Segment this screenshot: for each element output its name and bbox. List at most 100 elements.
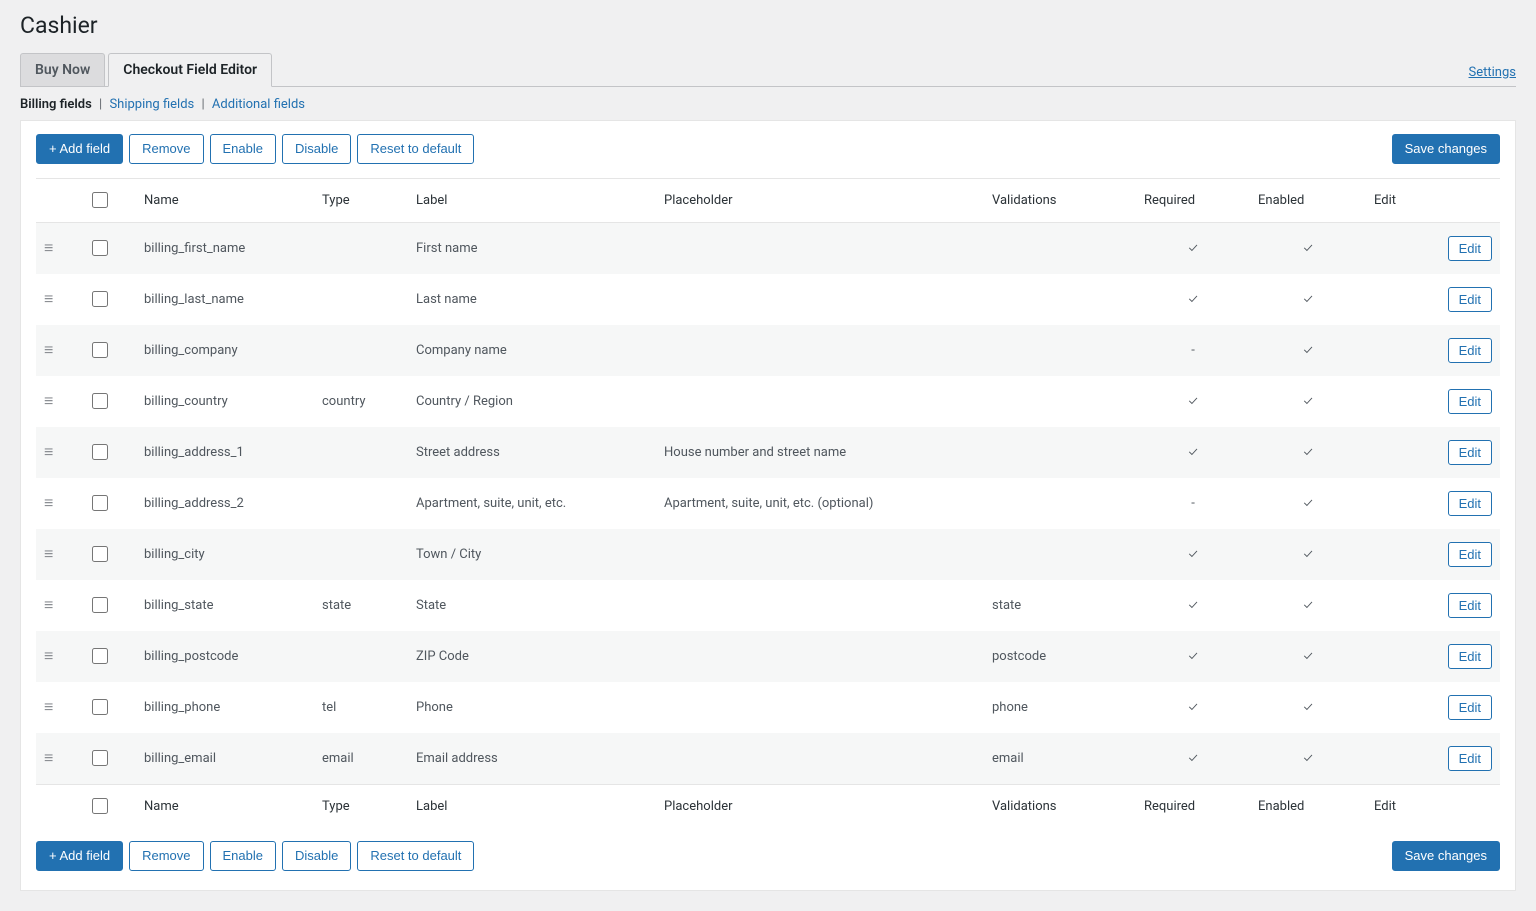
field-label: Apartment, suite, unit, etc. xyxy=(408,478,656,529)
reset-to-default-button-bottom[interactable]: Reset to default xyxy=(357,841,474,871)
disable-button-bottom[interactable]: Disable xyxy=(282,841,351,871)
tab-checkout-field-editor[interactable]: Checkout Field Editor xyxy=(108,53,272,87)
drag-handle-icon[interactable]: ≡ xyxy=(44,495,53,511)
field-type: tel xyxy=(314,682,408,733)
field-required: ✓ xyxy=(1136,733,1250,785)
edit-button[interactable]: Edit xyxy=(1448,236,1492,261)
field-name: billing_first_name xyxy=(136,223,314,275)
column-placeholder-footer: Placeholder xyxy=(656,785,984,829)
field-name: billing_country xyxy=(136,376,314,427)
field-validations xyxy=(984,376,1136,427)
column-validations-footer: Validations xyxy=(984,785,1136,829)
field-required: - xyxy=(1136,325,1250,376)
subtab-shipping-fields[interactable]: Shipping fields xyxy=(109,97,194,112)
edit-button[interactable]: Edit xyxy=(1448,287,1492,312)
field-enabled: ✓ xyxy=(1250,682,1366,733)
drag-handle-icon[interactable]: ≡ xyxy=(44,240,53,256)
row-checkbox[interactable] xyxy=(92,495,108,511)
row-checkbox[interactable] xyxy=(92,291,108,307)
row-checkbox[interactable] xyxy=(92,393,108,409)
edit-button[interactable]: Edit xyxy=(1448,491,1492,516)
drag-handle-icon[interactable]: ≡ xyxy=(44,342,53,358)
field-required: ✓ xyxy=(1136,529,1250,580)
edit-button[interactable]: Edit xyxy=(1448,695,1492,720)
row-checkbox[interactable] xyxy=(92,444,108,460)
field-name: billing_city xyxy=(136,529,314,580)
toolbar-bottom: + Add field Remove Enable Disable Reset … xyxy=(36,828,1500,875)
row-checkbox[interactable] xyxy=(92,648,108,664)
row-checkbox[interactable] xyxy=(92,342,108,358)
field-type: country xyxy=(314,376,408,427)
subtab-additional-fields[interactable]: Additional fields xyxy=(212,97,305,112)
field-label: State xyxy=(408,580,656,631)
column-enabled-footer: Enabled xyxy=(1250,785,1366,829)
settings-link[interactable]: Settings xyxy=(1469,65,1516,80)
drag-handle-icon[interactable]: ≡ xyxy=(44,597,53,613)
row-checkbox[interactable] xyxy=(92,699,108,715)
field-validations xyxy=(984,325,1136,376)
remove-button[interactable]: Remove xyxy=(129,134,203,164)
enable-button[interactable]: Enable xyxy=(210,134,276,164)
tab-buy-now[interactable]: Buy Now xyxy=(20,53,105,87)
column-enabled: Enabled xyxy=(1250,179,1366,223)
add-field-button-bottom[interactable]: + Add field xyxy=(36,841,123,871)
field-type xyxy=(314,274,408,325)
disable-button[interactable]: Disable xyxy=(282,134,351,164)
field-placeholder xyxy=(656,325,984,376)
table-row: ≡billing_last_nameLast name✓✓Edit xyxy=(36,274,1500,325)
drag-handle-icon[interactable]: ≡ xyxy=(44,393,53,409)
select-all-checkbox[interactable] xyxy=(92,192,108,208)
edit-button[interactable]: Edit xyxy=(1448,389,1492,414)
table-row: ≡billing_companyCompany name-✓Edit xyxy=(36,325,1500,376)
edit-button[interactable]: Edit xyxy=(1448,440,1492,465)
drag-handle-icon[interactable]: ≡ xyxy=(44,648,53,664)
select-all-checkbox-footer[interactable] xyxy=(92,798,108,814)
field-label: Company name xyxy=(408,325,656,376)
field-required: ✓ xyxy=(1136,427,1250,478)
field-enabled: ✓ xyxy=(1250,427,1366,478)
field-enabled: ✓ xyxy=(1250,631,1366,682)
fields-panel: + Add field Remove Enable Disable Reset … xyxy=(20,120,1516,891)
column-name-footer: Name xyxy=(136,785,314,829)
field-required: ✓ xyxy=(1136,376,1250,427)
add-field-button[interactable]: + Add field xyxy=(36,134,123,164)
row-checkbox[interactable] xyxy=(92,750,108,766)
field-required: ✓ xyxy=(1136,631,1250,682)
field-type xyxy=(314,631,408,682)
field-label: Country / Region xyxy=(408,376,656,427)
row-checkbox[interactable] xyxy=(92,597,108,613)
enable-button-bottom[interactable]: Enable xyxy=(210,841,276,871)
drag-handle-icon[interactable]: ≡ xyxy=(44,444,53,460)
field-name: billing_postcode xyxy=(136,631,314,682)
edit-button[interactable]: Edit xyxy=(1448,593,1492,618)
edit-button[interactable]: Edit xyxy=(1448,542,1492,567)
field-validations xyxy=(984,427,1136,478)
fields-table: Name Type Label Placeholder Validations … xyxy=(36,178,1500,828)
field-placeholder xyxy=(656,682,984,733)
field-placeholder xyxy=(656,529,984,580)
field-label: Last name xyxy=(408,274,656,325)
table-row: ≡billing_address_2Apartment, suite, unit… xyxy=(36,478,1500,529)
reset-to-default-button[interactable]: Reset to default xyxy=(357,134,474,164)
field-placeholder xyxy=(656,274,984,325)
drag-handle-icon[interactable]: ≡ xyxy=(44,291,53,307)
row-checkbox[interactable] xyxy=(92,240,108,256)
field-type xyxy=(314,325,408,376)
field-enabled: ✓ xyxy=(1250,376,1366,427)
edit-button[interactable]: Edit xyxy=(1448,338,1492,363)
field-name: billing_address_1 xyxy=(136,427,314,478)
remove-button-bottom[interactable]: Remove xyxy=(129,841,203,871)
save-changes-button[interactable]: Save changes xyxy=(1392,134,1500,164)
edit-button[interactable]: Edit xyxy=(1448,746,1492,771)
drag-handle-icon[interactable]: ≡ xyxy=(44,699,53,715)
table-row: ≡billing_emailemailEmail addressemail✓✓E… xyxy=(36,733,1500,785)
subtab-billing-fields[interactable]: Billing fields xyxy=(20,97,92,112)
drag-handle-icon[interactable]: ≡ xyxy=(44,546,53,562)
field-validations: postcode xyxy=(984,631,1136,682)
edit-button[interactable]: Edit xyxy=(1448,644,1492,669)
field-enabled: ✓ xyxy=(1250,733,1366,785)
field-placeholder xyxy=(656,580,984,631)
drag-handle-icon[interactable]: ≡ xyxy=(44,750,53,766)
save-changes-button-bottom[interactable]: Save changes xyxy=(1392,841,1500,871)
row-checkbox[interactable] xyxy=(92,546,108,562)
